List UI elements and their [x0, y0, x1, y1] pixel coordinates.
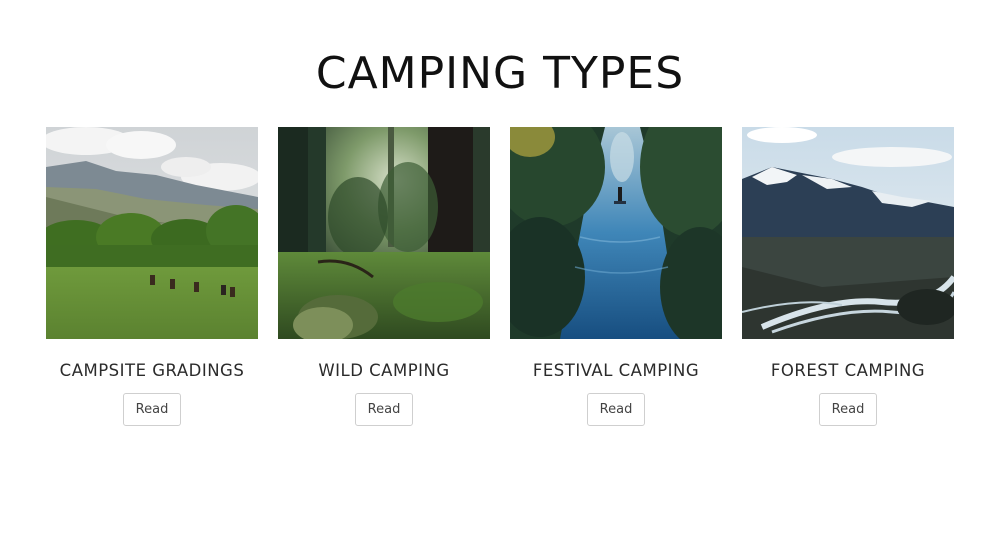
- river-paddleboard-photo[interactable]: [510, 127, 722, 339]
- card-wild-camping: WILD CAMPING Read: [278, 127, 490, 426]
- card-title: CAMPSITE GRADINGS: [59, 361, 245, 380]
- card-title: FOREST CAMPING: [770, 361, 926, 380]
- camping-types-grid: CAMPSITE GRADINGS Read WILD CAMPING Read…: [46, 127, 954, 437]
- meadow-riders-photo[interactable]: [46, 127, 258, 339]
- snowy-mountain-valley-photo[interactable]: [742, 127, 954, 339]
- card-campsite-gradings: CAMPSITE GRADINGS Read: [46, 127, 258, 426]
- card-forest-camping: FOREST CAMPING Read: [742, 127, 954, 426]
- card-title: WILD CAMPING: [318, 361, 450, 380]
- forest-clearing-photo[interactable]: [278, 127, 490, 339]
- read-button[interactable]: Read: [819, 393, 877, 426]
- card-title: FESTIVAL CAMPING: [532, 361, 700, 380]
- read-button[interactable]: Read: [123, 393, 181, 426]
- read-button[interactable]: Read: [587, 393, 645, 426]
- read-button[interactable]: Read: [355, 393, 413, 426]
- card-festival-camping: FESTIVAL CAMPING Read: [510, 127, 722, 426]
- section-title: CAMPING TYPES: [315, 48, 685, 99]
